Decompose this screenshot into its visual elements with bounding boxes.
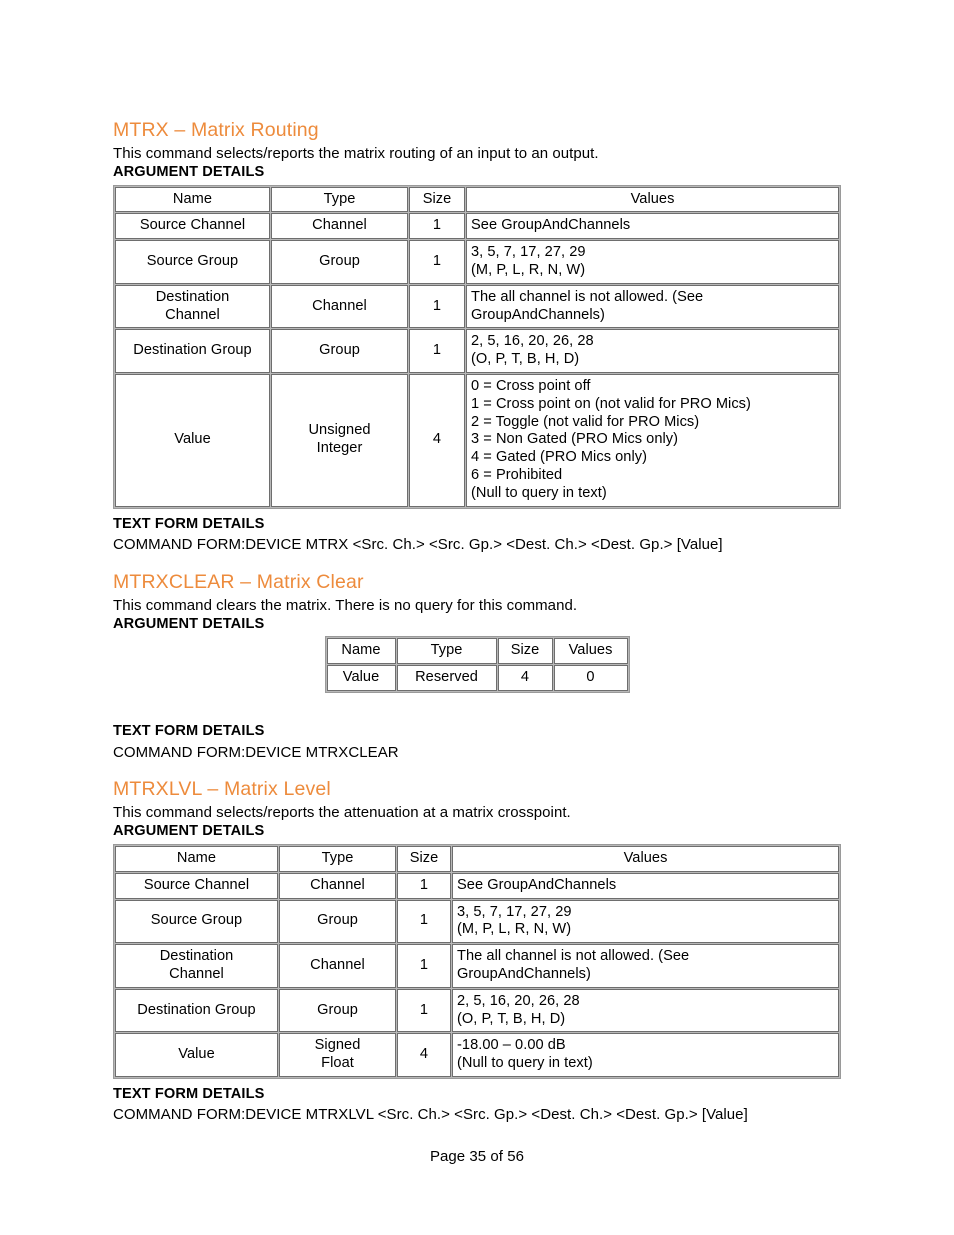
cell-name: Value (115, 1033, 278, 1077)
cell-size: 1 (397, 872, 451, 899)
cell-values: See GroupAndChannels (466, 213, 839, 240)
cell-size: 4 (497, 665, 553, 692)
column-header-size: Size (497, 638, 553, 665)
cell-type: Unsigned Integer (271, 374, 408, 507)
cell-type: Channel (279, 872, 396, 899)
table-row: Source Group Group 1 3, 5, 7, 17, 27, 29… (115, 899, 839, 944)
cell-type: Group (271, 240, 408, 284)
cell-size: 1 (409, 284, 465, 329)
cell-type: Channel (271, 284, 408, 329)
column-header-name: Name (326, 638, 396, 665)
column-header-type: Type (279, 845, 396, 872)
cell-name: Source Channel (115, 213, 270, 240)
cell-values: 3, 5, 7, 17, 27, 29 (M, P, L, R, N, W) (452, 899, 839, 944)
column-header-values: Values (466, 186, 839, 213)
section-heading-mtrxclear: MTRXCLEAR – Matrix Clear (113, 570, 364, 593)
column-header-values: Values (452, 845, 839, 872)
table-row: Destination Channel Channel 1 The all ch… (115, 944, 839, 988)
cell-name: Source Channel (115, 872, 278, 899)
command-form-mtrxlvl: COMMAND FORM:DEVICE MTRXLVL <Src. Ch.> <… (113, 1106, 748, 1124)
text-form-details-label-mtrxclear: TEXT FORM DETAILS (113, 723, 265, 740)
cell-type: Signed Float (279, 1033, 396, 1077)
cell-values: The all channel is not allowed. (See Gro… (466, 284, 839, 329)
document-page: MTRX – Matrix Routing This command selec… (0, 0, 954, 1235)
section-mtrxclear: MTRXCLEAR – Matrix Clear This command cl… (113, 570, 841, 762)
cell-name: Destination Group (115, 988, 278, 1033)
table-header-row: Name Type Size Values (115, 845, 839, 872)
cell-values: See GroupAndChannels (452, 872, 839, 899)
cell-name: Destination Channel (115, 284, 270, 329)
cell-values: -18.00 – 0.00 dB (Null to query in text) (452, 1033, 839, 1077)
table-row: Value Reserved 4 0 (326, 665, 628, 692)
argument-table-mtrxclear: Name Type Size Values Value Reserved 4 0 (324, 636, 630, 694)
cell-values: 0 = Cross point off 1 = Cross point on (… (466, 374, 839, 507)
column-header-type: Type (396, 638, 497, 665)
cell-size: 4 (409, 374, 465, 507)
text-form-details-label-mtrx: TEXT FORM DETAILS (113, 515, 265, 532)
cell-type: Reserved (396, 665, 497, 692)
table-row: Destination Group Group 1 2, 5, 16, 20, … (115, 329, 839, 373)
cell-size: 1 (397, 899, 451, 944)
table-row: Source Channel Channel 1 See GroupAndCha… (115, 213, 839, 240)
column-header-values: Values (553, 638, 628, 665)
cell-name: Value (115, 374, 270, 507)
argument-table-mtrxlvl: Name Type Size Values Source Channel Cha… (113, 843, 841, 1079)
cell-size: 4 (397, 1033, 451, 1077)
section-description-mtrxclear: This command clears the matrix. There is… (113, 596, 578, 614)
table-row: Value Signed Float 4 -18.00 – 0.00 dB (N… (115, 1033, 839, 1077)
column-header-type: Type (271, 186, 408, 213)
text-form-details-label-mtrxlvl: TEXT FORM DETAILS (113, 1085, 265, 1102)
cell-size: 1 (397, 944, 451, 988)
table-header-row: Name Type Size Values (326, 638, 628, 665)
table-header-row: Name Type Size Values (115, 186, 839, 213)
section-mtrxlvl: MTRXLVL – Matrix Level This command sele… (113, 778, 841, 1125)
cell-values: 0 (553, 665, 628, 692)
column-header-size: Size (397, 845, 451, 872)
cell-values: 3, 5, 7, 17, 27, 29 (M, P, L, R, N, W) (466, 240, 839, 284)
section-heading-mtrx: MTRX – Matrix Routing (113, 119, 319, 141)
cell-type: Group (279, 988, 396, 1033)
cell-name: Value (326, 665, 396, 692)
cell-name: Destination Group (115, 329, 270, 373)
cell-name: Source Group (115, 240, 270, 284)
cell-name: Destination Channel (115, 944, 278, 988)
section-description-mtrx: This command selects/reports the matrix … (113, 144, 599, 162)
column-header-name: Name (115, 186, 270, 213)
section-heading-mtrxlvl: MTRXLVL – Matrix Level (113, 778, 331, 801)
table-row: Destination Channel Channel 1 The all ch… (115, 284, 839, 329)
table-row: Destination Group Group 1 2, 5, 16, 20, … (115, 988, 839, 1033)
cell-type: Channel (279, 944, 396, 988)
cell-type: Channel (271, 213, 408, 240)
column-header-name: Name (115, 845, 278, 872)
table-row: Source Group Group 1 3, 5, 7, 17, 27, 29… (115, 240, 839, 284)
cell-size: 1 (409, 329, 465, 373)
cell-size: 1 (409, 240, 465, 284)
cell-values: 2, 5, 16, 20, 26, 28 (O, P, T, B, H, D) (452, 988, 839, 1033)
section-mtrx: MTRX – Matrix Routing This command selec… (113, 119, 841, 555)
cell-type: Group (271, 329, 408, 373)
cell-values: 2, 5, 16, 20, 26, 28 (O, P, T, B, H, D) (466, 329, 839, 373)
command-form-mtrxclear: COMMAND FORM:DEVICE MTRXCLEAR (113, 743, 399, 761)
argument-details-label-mtrx: ARGUMENT DETAILS (113, 164, 265, 181)
table-row: Value Unsigned Integer 4 0 = Cross point… (115, 374, 839, 507)
cell-size: 1 (409, 213, 465, 240)
column-header-size: Size (409, 186, 465, 213)
cell-values: The all channel is not allowed. (See Gro… (452, 944, 839, 988)
argument-table-mtrx: Name Type Size Values Source Channel Cha… (113, 184, 841, 509)
argument-details-label-mtrxlvl: ARGUMENT DETAILS (113, 823, 265, 840)
command-form-mtrx: COMMAND FORM:DEVICE MTRX <Src. Ch.> <Src… (113, 536, 723, 554)
page-footer: Page 35 of 56 (429, 1148, 525, 1165)
argument-details-label-mtrxclear: ARGUMENT DETAILS (113, 615, 265, 632)
section-description-mtrxlvl: This command selects/reports the attenua… (113, 804, 571, 822)
cell-size: 1 (397, 988, 451, 1033)
cell-type: Group (279, 899, 396, 944)
cell-name: Source Group (115, 899, 278, 944)
table-row: Source Channel Channel 1 See GroupAndCha… (115, 872, 839, 899)
